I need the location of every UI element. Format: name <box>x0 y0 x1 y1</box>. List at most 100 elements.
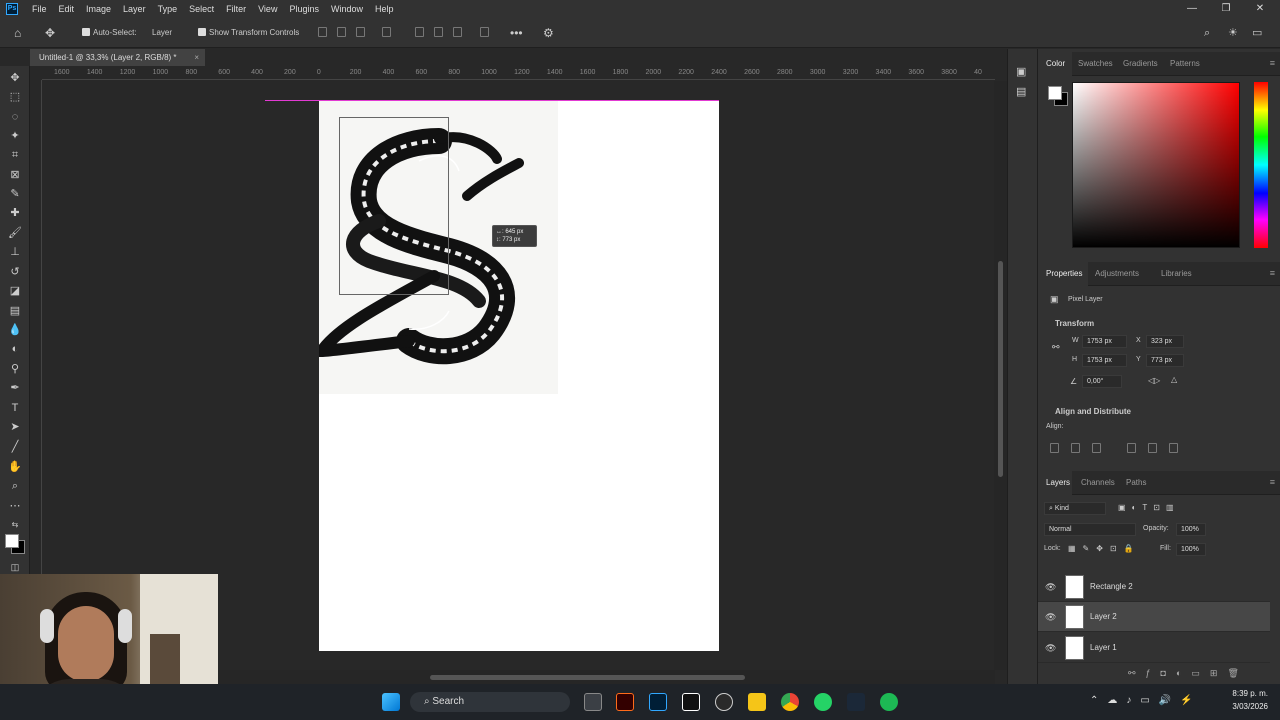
menu-type[interactable]: Type <box>152 0 184 18</box>
height-field[interactable]: 1753 px <box>1082 354 1127 367</box>
tab-adjustments[interactable]: Adjustments <box>1095 262 1139 286</box>
align-right-icon[interactable] <box>356 27 365 37</box>
blur-icon[interactable]: 💧 <box>8 323 22 337</box>
document-tab[interactable]: Untitled-1 @ 33,3% (Layer 2, RGB/8) * × <box>30 49 205 66</box>
tab-patterns[interactable]: Patterns <box>1170 52 1200 76</box>
menu-view[interactable]: View <box>252 0 283 18</box>
whatsapp-icon[interactable] <box>814 693 832 711</box>
transform-bounding-box[interactable] <box>339 117 449 295</box>
filter-icons[interactable]: ▣◐T⊡▥ <box>1118 503 1180 512</box>
menu-window[interactable]: Window <box>325 0 369 18</box>
minimize-button[interactable]: — <box>1177 0 1207 18</box>
brush-icon[interactable]: 🖌 <box>8 226 22 240</box>
scroll-thumb[interactable] <box>430 675 745 680</box>
tab-swatches[interactable]: Swatches <box>1078 52 1113 76</box>
illustrator-icon[interactable] <box>616 693 634 711</box>
align-bottom-icon[interactable] <box>453 27 462 37</box>
fill-field[interactable]: 100% <box>1176 543 1206 556</box>
flip-vertical-icon[interactable]: △ <box>1171 375 1177 384</box>
swap-colors-icon[interactable]: ⇆ <box>8 518 22 532</box>
layer-action-icons[interactable]: ⚯ƒ◘◐▭⊞🗑 <box>1128 668 1249 679</box>
path-selection-icon[interactable]: ➤ <box>8 420 22 434</box>
quick-mask-icon[interactable]: ◫ <box>8 560 22 574</box>
menu-layer[interactable]: Layer <box>117 0 152 18</box>
color-picker-field[interactable] <box>1072 82 1240 248</box>
zoom-icon[interactable]: ⌕ <box>8 479 22 493</box>
maximize-button[interactable]: ❐ <box>1211 0 1241 18</box>
zoom-lens-icon[interactable]: ⚲ <box>8 362 22 376</box>
menu-file[interactable]: File <box>26 0 53 18</box>
show-transform-checkbox[interactable]: Show Transform Controls <box>198 18 299 48</box>
type-icon[interactable]: T <box>8 401 22 415</box>
layer-row-layer-1[interactable]: 👁 Layer 1 <box>1038 633 1270 663</box>
gear-icon[interactable]: ⚙ <box>543 18 554 48</box>
align-bottom-icon[interactable] <box>1169 443 1178 453</box>
lock-icons[interactable]: ▦✎✥⊡🔒 <box>1068 544 1141 553</box>
menu-edit[interactable]: Edit <box>53 0 81 18</box>
pen-icon[interactable]: ✒ <box>8 381 22 395</box>
system-tray-icons[interactable]: ⌃☁♪▭🔊⚡ <box>1090 695 1202 706</box>
align-middle-icon[interactable] <box>434 27 443 37</box>
hand-icon[interactable]: ✋ <box>8 460 22 474</box>
vertical-scrollbar[interactable] <box>994 81 1007 670</box>
close-tab-icon[interactable]: × <box>194 49 199 66</box>
move-tool-icon[interactable]: ✥ <box>45 18 55 48</box>
search-icon[interactable]: ⌕ <box>1204 18 1210 48</box>
menu-filter[interactable]: Filter <box>220 0 252 18</box>
dodge-icon[interactable]: ◐ <box>8 342 22 356</box>
clone-stamp-icon[interactable]: ⊥ <box>8 245 22 259</box>
align-top-icon[interactable] <box>1127 443 1136 453</box>
history-icon[interactable]: ▣ <box>1016 65 1026 78</box>
frame-icon[interactable]: ⊠ <box>8 168 22 182</box>
home-icon[interactable]: ⌂ <box>14 18 21 48</box>
scroll-thumb[interactable] <box>998 261 1003 477</box>
foreground-color-chip[interactable] <box>1048 86 1062 100</box>
healing-brush-icon[interactable]: ✚ <box>8 206 22 220</box>
tab-libraries[interactable]: Libraries <box>1161 262 1192 286</box>
marquee-icon[interactable]: ⬚ <box>8 90 22 104</box>
settings-app-icon[interactable] <box>715 693 733 711</box>
more-tools-icon[interactable]: ⋯ <box>8 499 22 513</box>
x-field[interactable]: 323 px <box>1146 335 1184 348</box>
blend-mode-dropdown[interactable]: Normal <box>1044 523 1136 536</box>
comments-icon[interactable]: ▤ <box>1016 85 1026 98</box>
tab-layers[interactable]: Layers <box>1038 471 1072 495</box>
lasso-icon[interactable]: ◌ <box>8 110 22 124</box>
windows-start-icon[interactable] <box>382 693 400 711</box>
transform-section-title[interactable]: Transform <box>1055 319 1094 328</box>
task-view-icon[interactable] <box>584 693 602 711</box>
steam-icon[interactable] <box>847 693 865 711</box>
align-left-icon[interactable] <box>1050 443 1059 453</box>
auto-select-dropdown[interactable]: Layer <box>152 18 172 48</box>
align-right-icon[interactable] <box>1092 443 1101 453</box>
lightbulb-icon[interactable]: ☀ <box>1228 18 1238 48</box>
hue-slider[interactable] <box>1254 82 1268 248</box>
layer-row-layer-2[interactable]: 👁 Layer 2 <box>1038 602 1270 632</box>
align-section-title[interactable]: Align and Distribute <box>1055 407 1131 416</box>
crop-icon[interactable]: ⌗ <box>8 148 22 162</box>
eye-icon[interactable]: 👁 <box>1045 643 1056 654</box>
distribute-vertical-icon[interactable] <box>480 27 489 37</box>
capcut-icon[interactable] <box>682 693 700 711</box>
foreground-color-swatch[interactable] <box>5 534 19 548</box>
taskbar-search[interactable]: ⌕ Search <box>410 692 570 712</box>
move-icon[interactable]: ✥ <box>8 71 22 85</box>
auto-select-checkbox[interactable]: Auto-Select: <box>82 18 137 48</box>
menu-image[interactable]: Image <box>80 0 117 18</box>
tab-paths[interactable]: Paths <box>1126 471 1146 495</box>
eye-icon[interactable]: 👁 <box>1045 612 1056 623</box>
layer-filter-dropdown[interactable]: ⌕ Kind <box>1044 502 1106 515</box>
align-middle-icon[interactable] <box>1148 443 1157 453</box>
layer-row-rectangle-2[interactable]: 👁 Rectangle 2 <box>1038 572 1270 602</box>
panel-menu-icon[interactable]: ≡ <box>1270 58 1275 68</box>
photoshop-icon[interactable] <box>649 693 667 711</box>
close-button[interactable]: ✕ <box>1245 0 1275 18</box>
align-top-icon[interactable] <box>415 27 424 37</box>
line-icon[interactable]: ╱ <box>8 440 22 454</box>
chrome-icon[interactable] <box>781 693 799 711</box>
tab-channels[interactable]: Channels <box>1081 471 1115 495</box>
opacity-field[interactable]: 100% <box>1176 523 1206 536</box>
angle-field[interactable]: 0,00° <box>1082 375 1122 388</box>
align-left-icon[interactable] <box>318 27 327 37</box>
eraser-icon[interactable]: ◪ <box>8 284 22 298</box>
